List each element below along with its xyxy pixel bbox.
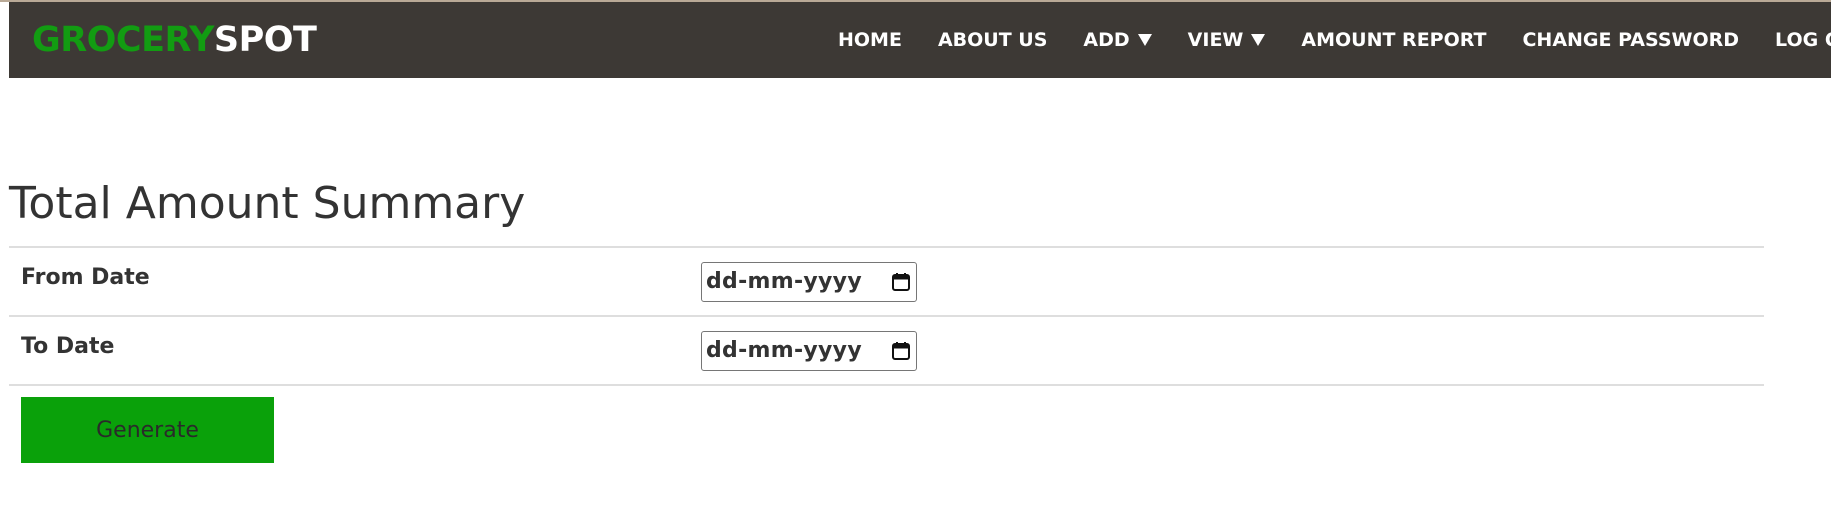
brand-name-part1: GROCERY	[32, 20, 214, 60]
from-date-row: From Date dd-mm-yyyy	[9, 246, 1764, 316]
brand-logo[interactable]: GROCERYSPOT	[32, 19, 317, 61]
to-date-label: To Date	[21, 334, 115, 359]
from-date-label: From Date	[21, 265, 150, 290]
caret-down-icon	[1137, 34, 1152, 46]
to-date-row: To Date dd-mm-yyyy	[9, 315, 1764, 386]
calendar-icon[interactable]	[891, 272, 911, 292]
nav-amount-report[interactable]: AMOUNT REPORT	[1301, 29, 1486, 51]
nav-menu: HOME ABOUT US ADD VIEW AMOUNT REPORT CHA…	[838, 2, 1831, 78]
from-date-input[interactable]: dd-mm-yyyy	[701, 261, 917, 302]
to-date-value: dd-mm-yyyy	[706, 338, 862, 363]
nav-home[interactable]: HOME	[838, 29, 902, 51]
from-date-value: dd-mm-yyyy	[706, 269, 862, 294]
to-date-label-cell: To Date	[9, 315, 701, 386]
nav-change-password[interactable]: CHANGE PASSWORD	[1522, 29, 1739, 51]
nav-add-dropdown[interactable]: ADD	[1083, 29, 1152, 51]
nav-view-dropdown[interactable]: VIEW	[1188, 29, 1266, 51]
to-date-input[interactable]: dd-mm-yyyy	[701, 330, 917, 371]
nav-about-us[interactable]: ABOUT US	[938, 29, 1047, 51]
calendar-icon[interactable]	[891, 341, 911, 361]
nav-logout[interactable]: LOG OUT	[1775, 29, 1831, 51]
nav-view-label: VIEW	[1187, 29, 1244, 51]
date-range-form: From Date dd-mm-yyyy To Date dd-mm-yyyy	[9, 246, 1764, 386]
caret-down-icon	[1251, 34, 1266, 46]
from-date-input-cell: dd-mm-yyyy	[701, 246, 1764, 316]
nav-add-label: ADD	[1083, 29, 1130, 51]
page-title: Total Amount Summary	[9, 178, 526, 229]
navbar: GROCERYSPOT HOME ABOUT US ADD VIEW AMOUN…	[9, 2, 1831, 78]
to-date-input-cell: dd-mm-yyyy	[701, 315, 1764, 386]
generate-button[interactable]: Generate	[21, 397, 274, 463]
from-date-label-cell: From Date	[9, 246, 701, 316]
brand-name-part2: SPOT	[213, 20, 317, 60]
